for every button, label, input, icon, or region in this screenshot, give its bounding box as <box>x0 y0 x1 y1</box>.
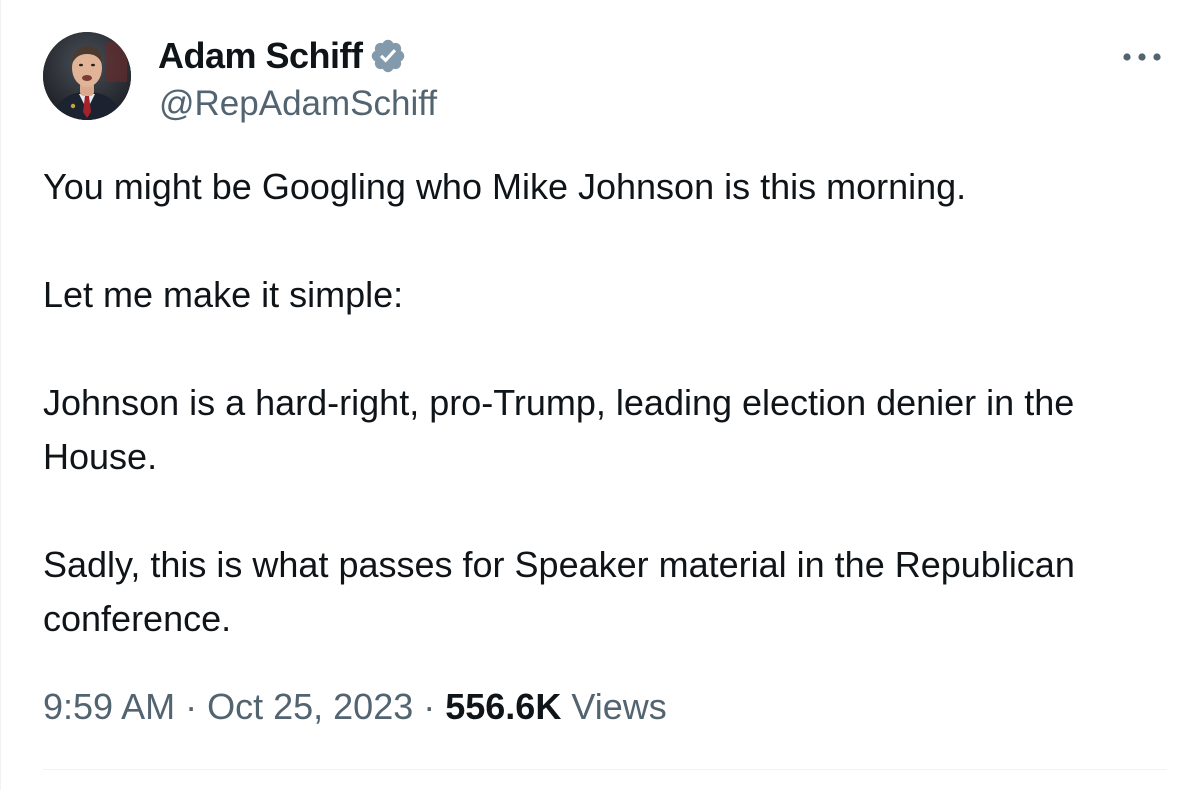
meta-separator: · <box>413 686 446 727</box>
views-count: 556.6K <box>445 686 562 727</box>
views-label: Views <box>571 686 667 727</box>
tweet-metadata: 9:59 AM · Oct 25, 2023 · 556.6K Views <box>43 680 667 734</box>
tweet-time[interactable]: 9:59 AM <box>43 686 175 727</box>
avatar-photo <box>43 32 131 120</box>
author-display-name[interactable]: Adam Schiff <box>158 34 363 78</box>
tweet-paragraph: You might be Googling who Mike Johnson i… <box>43 166 967 207</box>
tweet-paragraph: Let me make it simple: <box>43 274 404 315</box>
tweet-card: Adam Schiff @RepAdamSchiff You might be … <box>0 0 1204 790</box>
tweet-date[interactable]: Oct 25, 2023 <box>207 686 413 727</box>
verified-badge-icon[interactable] <box>369 37 407 75</box>
tweet-paragraph: Johnson is a hard-right, pro-Trump, lead… <box>43 382 1075 477</box>
more-options-icon[interactable] <box>1119 42 1165 72</box>
tweet-text: You might be Googling who Mike Johnson i… <box>43 160 1173 646</box>
divider <box>43 769 1167 770</box>
author-avatar[interactable] <box>43 32 131 120</box>
meta-separator: · <box>175 686 208 727</box>
author-handle[interactable]: @RepAdamSchiff <box>159 80 437 128</box>
tweet-paragraph: Sadly, this is what passes for Speaker m… <box>43 544 1075 639</box>
author-name-row: Adam Schiff <box>158 34 407 78</box>
